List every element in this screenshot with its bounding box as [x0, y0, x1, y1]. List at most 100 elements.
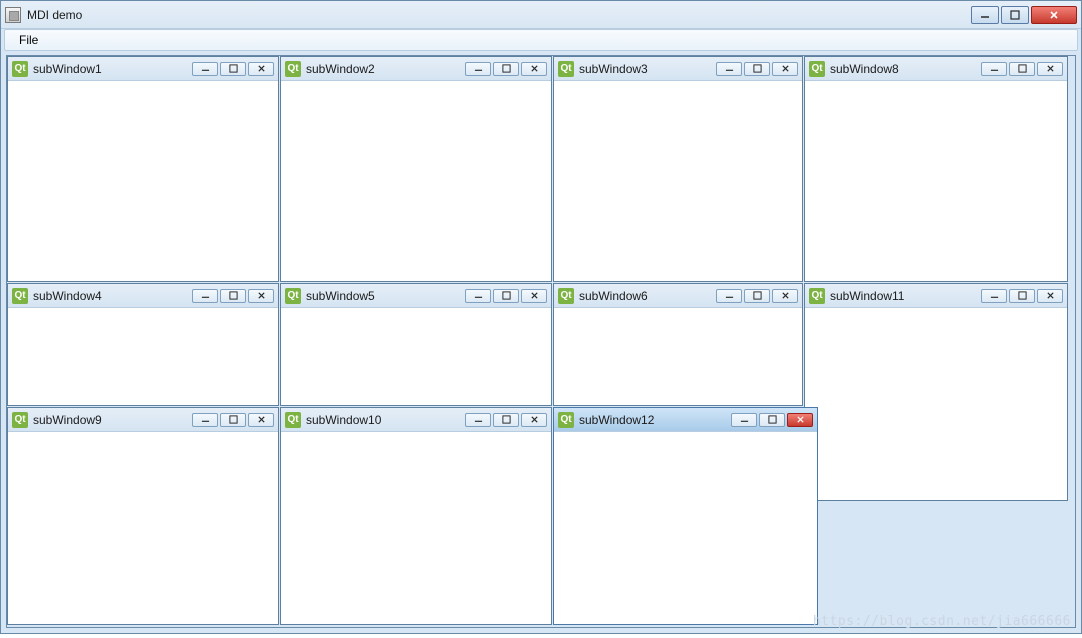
close-icon	[1046, 64, 1055, 73]
subwindow-11[interactable]: Qt subWindow11	[804, 283, 1068, 501]
sub-maximize-button[interactable]	[220, 62, 246, 76]
sub-maximize-button[interactable]	[493, 62, 519, 76]
sub-close-button[interactable]	[521, 289, 547, 303]
sub-minimize-button[interactable]	[192, 62, 218, 76]
qt-icon: Qt	[809, 288, 825, 304]
subwindow-12[interactable]: QtsubWindow12	[553, 407, 818, 625]
sub-maximize-button[interactable]	[220, 289, 246, 303]
subwindow-title: subWindow10	[306, 413, 465, 427]
subwindow-titlebar[interactable]: QtsubWindow6	[554, 284, 802, 308]
subwindow-controls	[731, 413, 813, 427]
subwindow-9[interactable]: QtsubWindow9	[7, 407, 279, 625]
menu-file[interactable]: File	[11, 31, 46, 49]
sub-close-button[interactable]	[521, 413, 547, 427]
minimize-icon	[474, 64, 483, 73]
subwindow-titlebar[interactable]: Qt subWindow3	[554, 57, 802, 81]
maximize-icon	[1010, 10, 1020, 20]
subwindow-title: subWindow11	[830, 289, 981, 303]
sub-minimize-button[interactable]	[716, 289, 742, 303]
maximize-icon	[502, 291, 511, 300]
sub-minimize-button[interactable]	[192, 413, 218, 427]
sub-close-button[interactable]	[772, 289, 798, 303]
sub-close-button[interactable]	[1037, 62, 1063, 76]
sub-minimize-button[interactable]	[981, 62, 1007, 76]
sub-minimize-button[interactable]	[465, 289, 491, 303]
subwindow-title: subWindow3	[579, 62, 716, 76]
subwindow-titlebar[interactable]: Qt subWindow11	[805, 284, 1067, 308]
subwindow-title: subWindow4	[33, 289, 192, 303]
sub-close-button[interactable]	[248, 289, 274, 303]
subwindow-titlebar[interactable]: QtsubWindow5	[281, 284, 551, 308]
sub-maximize-button[interactable]	[220, 413, 246, 427]
qt-icon: Qt	[558, 288, 574, 304]
subwindow-title: subWindow12	[579, 413, 731, 427]
subwindow-title: subWindow5	[306, 289, 465, 303]
subwindow-controls	[465, 413, 547, 427]
subwindow-content	[806, 309, 1066, 499]
subwindow-1[interactable]: Qt subWindow1	[7, 56, 279, 282]
minimize-icon	[990, 64, 999, 73]
sub-close-button[interactable]	[248, 413, 274, 427]
sub-maximize-button[interactable]	[744, 62, 770, 76]
minimize-icon	[725, 291, 734, 300]
minimize-icon	[474, 415, 483, 424]
sub-close-button[interactable]	[521, 62, 547, 76]
maximize-icon	[229, 291, 238, 300]
subwindow-6[interactable]: QtsubWindow6	[553, 283, 803, 406]
subwindow-controls	[981, 289, 1063, 303]
close-icon	[1049, 10, 1059, 20]
sub-maximize-button[interactable]	[493, 413, 519, 427]
subwindow-title: subWindow1	[33, 62, 192, 76]
subwindow-controls	[716, 289, 798, 303]
sub-minimize-button[interactable]	[192, 289, 218, 303]
menubar: File	[4, 29, 1078, 51]
sub-minimize-button[interactable]	[731, 413, 757, 427]
sub-maximize-button[interactable]	[1009, 289, 1035, 303]
subwindow-title: subWindow2	[306, 62, 465, 76]
sub-minimize-button[interactable]	[465, 62, 491, 76]
main-titlebar[interactable]: MDI demo	[1, 1, 1081, 29]
subwindow-5[interactable]: QtsubWindow5	[280, 283, 552, 406]
main-maximize-button[interactable]	[1001, 6, 1029, 24]
subwindow-titlebar[interactable]: QtsubWindow8	[805, 57, 1067, 81]
minimize-icon	[474, 291, 483, 300]
subwindow-content	[282, 309, 550, 404]
subwindow-controls	[981, 62, 1063, 76]
minimize-icon	[725, 64, 734, 73]
subwindow-3[interactable]: Qt subWindow3	[553, 56, 803, 282]
qt-icon: Qt	[12, 61, 28, 77]
sub-close-button[interactable]	[772, 62, 798, 76]
subwindow-content	[555, 82, 801, 280]
sub-maximize-button[interactable]	[744, 289, 770, 303]
close-icon	[530, 415, 539, 424]
main-close-button[interactable]	[1031, 6, 1077, 24]
sub-minimize-button[interactable]	[981, 289, 1007, 303]
subwindow-8[interactable]: QtsubWindow8	[804, 56, 1068, 282]
sub-maximize-button[interactable]	[1009, 62, 1035, 76]
minimize-icon	[740, 415, 749, 424]
sub-maximize-button[interactable]	[759, 413, 785, 427]
sub-minimize-button[interactable]	[465, 413, 491, 427]
subwindow-title: subWindow9	[33, 413, 192, 427]
subwindow-titlebar[interactable]: QtsubWindow10	[281, 408, 551, 432]
subwindow-titlebar[interactable]: QtsubWindow4	[8, 284, 278, 308]
sub-close-button[interactable]	[1037, 289, 1063, 303]
subwindow-titlebar[interactable]: QtsubWindow2	[281, 57, 551, 81]
maximize-icon	[502, 64, 511, 73]
subwindow-titlebar[interactable]: QtsubWindow12	[554, 408, 817, 432]
qt-icon: Qt	[558, 61, 574, 77]
sub-close-button[interactable]	[248, 62, 274, 76]
sub-maximize-button[interactable]	[493, 289, 519, 303]
subwindow-titlebar[interactable]: QtsubWindow9	[8, 408, 278, 432]
subwindow-content	[9, 82, 277, 280]
main-minimize-button[interactable]	[971, 6, 999, 24]
mdi-area[interactable]: QtsubWindow1QtsubWindow2QtsubWindow3Qtsu…	[6, 55, 1076, 628]
subwindow-4[interactable]: QtsubWindow4	[7, 283, 279, 406]
subwindow-titlebar[interactable]: Qt subWindow1	[8, 57, 278, 81]
close-icon	[781, 291, 790, 300]
maximize-icon	[1018, 291, 1027, 300]
subwindow-2[interactable]: QtsubWindow2	[280, 56, 552, 282]
sub-minimize-button[interactable]	[716, 62, 742, 76]
subwindow-10[interactable]: QtsubWindow10	[280, 407, 552, 625]
sub-close-button[interactable]	[787, 413, 813, 427]
